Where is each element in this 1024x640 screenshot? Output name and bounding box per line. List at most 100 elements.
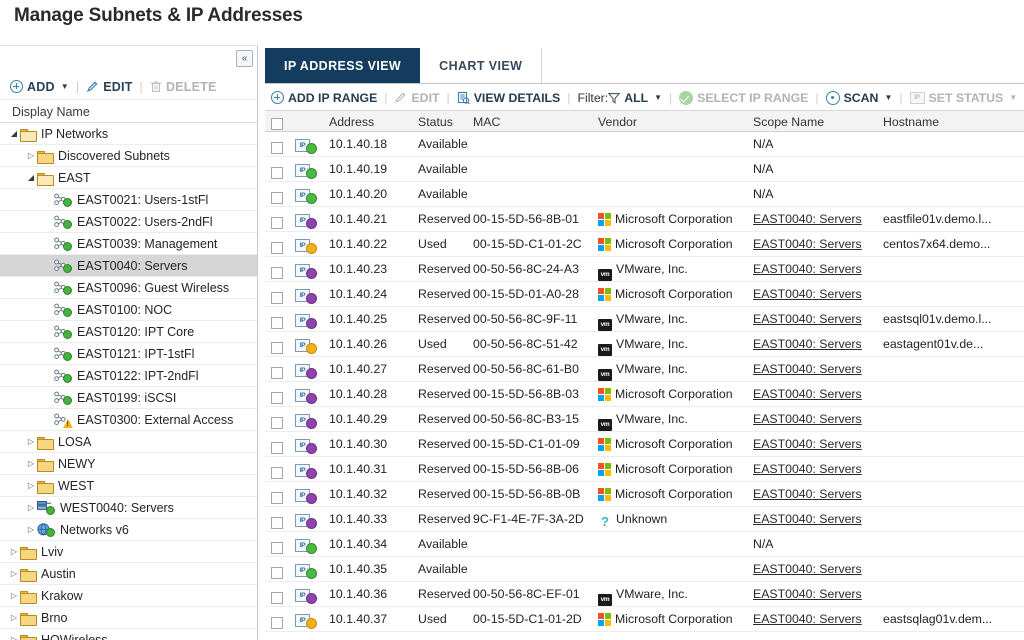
table-row[interactable]: IP 10.1.40.24 Reserved 00-15-5D-01-A0-28 Mic…: [265, 282, 1024, 307]
checkbox-icon[interactable]: [271, 417, 283, 429]
tree-item-austin[interactable]: ▷ Austin: [0, 563, 257, 585]
scope-name-link[interactable]: EAST0040: Servers: [753, 607, 862, 632]
checkbox-icon[interactable]: [271, 192, 283, 204]
tree-toolbar-edit[interactable]: EDIT: [86, 80, 132, 94]
checkbox-icon[interactable]: [271, 342, 283, 354]
ip-toolbar-view-details[interactable]: VIEW DETAILS: [457, 91, 560, 105]
twisty-collapsed-icon[interactable]: ▷: [25, 459, 37, 468]
tree-item-east0096-guest-wireless[interactable]: EAST0096: Guest Wireless: [0, 277, 257, 299]
scope-name-link[interactable]: EAST0040: Servers: [753, 557, 862, 582]
table-row[interactable]: IP 10.1.40.30 Reserved 00-15-5D-C1-01-09 Mic…: [265, 432, 1024, 457]
table-row[interactable]: IP 10.1.40.20 Available N/A: [265, 182, 1024, 207]
tree-item-east0022-users-2ndfl[interactable]: EAST0022: Users-2ndFl: [0, 211, 257, 233]
tree-item-east0040-servers[interactable]: EAST0040: Servers: [0, 255, 257, 277]
ip-toolbar-all[interactable]: ALL ▼: [607, 91, 662, 105]
column-header-mac[interactable]: MAC: [473, 111, 500, 133]
tree-item-east0199-iscsi[interactable]: EAST0199: iSCSI: [0, 387, 257, 409]
tab-chart-view[interactable]: CHART VIEW: [420, 48, 543, 83]
table-row[interactable]: IP 10.1.40.36 Reserved 00-50-56-8C-EF-01 vm V…: [265, 582, 1024, 607]
tree-item-hqwireless[interactable]: ▷ HQWireless: [0, 629, 257, 640]
tree-item-east0021-users-1stfl[interactable]: EAST0021: Users-1stFl: [0, 189, 257, 211]
table-row[interactable]: IP 10.1.40.21 Reserved 00-15-5D-56-8B-01 Mic…: [265, 207, 1024, 232]
twisty-collapsed-icon[interactable]: ▷: [8, 569, 20, 578]
tree-item-east0039-management[interactable]: EAST0039: Management: [0, 233, 257, 255]
tree-item-east[interactable]: ◢ EAST: [0, 167, 257, 189]
checkbox-icon[interactable]: [271, 467, 283, 479]
checkbox-icon[interactable]: [271, 617, 283, 629]
checkbox-icon[interactable]: [271, 267, 283, 279]
scope-name-link[interactable]: EAST0040: Servers: [753, 257, 862, 282]
scope-name-link[interactable]: EAST0040: Servers: [753, 382, 862, 407]
twisty-collapsed-icon[interactable]: ▷: [8, 613, 20, 622]
tree-item-ip-networks[interactable]: ◢ IP Networks: [0, 123, 257, 145]
table-row[interactable]: IP 10.1.40.37 Used 00-15-5D-C1-01-2D Microso…: [265, 607, 1024, 632]
checkbox-icon[interactable]: [271, 392, 283, 404]
tree-item-east0100-noc[interactable]: EAST0100: NOC: [0, 299, 257, 321]
twisty-collapsed-icon[interactable]: ▷: [25, 481, 37, 490]
checkbox-icon[interactable]: [271, 167, 283, 179]
tab-ip-address-view[interactable]: IP ADDRESS VIEW: [265, 48, 421, 83]
tree-item-east0300-external-access[interactable]: EAST0300: External Access: [0, 409, 257, 431]
checkbox-icon[interactable]: [271, 592, 283, 604]
table-row[interactable]: IP 10.1.40.19 Available N/A: [265, 157, 1024, 182]
twisty-collapsed-icon[interactable]: ▷: [25, 525, 37, 534]
checkbox-icon[interactable]: [271, 118, 283, 130]
column-header-hostname[interactable]: Hostname: [883, 111, 939, 133]
column-header-vendor[interactable]: Vendor: [598, 111, 637, 133]
scope-name-link[interactable]: EAST0040: Servers: [753, 207, 862, 232]
checkbox-icon[interactable]: [271, 142, 283, 154]
table-row[interactable]: IP 10.1.40.28 Reserved 00-15-5D-56-8B-03 Mic…: [265, 382, 1024, 407]
tree-item-east0120-ipt-core[interactable]: EAST0120: IPT Core: [0, 321, 257, 343]
twisty-collapsed-icon[interactable]: ▷: [25, 503, 37, 512]
column-header-status[interactable]: Status: [418, 111, 453, 133]
table-row[interactable]: IP 10.1.40.22 Used 00-15-5D-C1-01-2C Microso…: [265, 232, 1024, 257]
scope-name-link[interactable]: EAST0040: Servers: [753, 582, 862, 607]
scope-name-link[interactable]: EAST0040: Servers: [753, 307, 862, 332]
tree-item-losa[interactable]: ▷ LOSA: [0, 431, 257, 453]
column-header-scope[interactable]: Scope Name: [753, 111, 824, 133]
tree-item-krakow[interactable]: ▷ Krakow: [0, 585, 257, 607]
tree-item-brno[interactable]: ▷ Brno: [0, 607, 257, 629]
scope-name-link[interactable]: EAST0040: Servers: [753, 232, 862, 257]
tree-item-west0040-servers[interactable]: ▷ WEST0040: Servers: [0, 497, 257, 519]
checkbox-icon[interactable]: [271, 492, 283, 504]
scope-name-link[interactable]: EAST0040: Servers: [753, 332, 862, 357]
table-row[interactable]: IP 10.1.40.18 Available N/A: [265, 132, 1024, 157]
table-row[interactable]: IP 10.1.40.25 Reserved 00-50-56-8C-9F-11 vm V…: [265, 307, 1024, 332]
table-row[interactable]: IP 10.1.40.31 Reserved 00-15-5D-56-8B-06 Mic…: [265, 457, 1024, 482]
table-row[interactable]: IP 10.1.40.33 Reserved 9C-F1-4E-7F-3A-2D? Un…: [265, 507, 1024, 532]
ip-toolbar-add-ip-range[interactable]: ADD IP RANGE: [271, 91, 377, 105]
scope-name-link[interactable]: EAST0040: Servers: [753, 507, 862, 532]
row-checkbox[interactable]: [271, 613, 283, 638]
twisty-collapsed-icon[interactable]: ▷: [8, 635, 20, 640]
scope-name-link[interactable]: EAST0040: Servers: [753, 432, 862, 457]
collapse-panel-button[interactable]: «: [236, 50, 253, 67]
table-row[interactable]: IP 10.1.40.26 Used 00-50-56-8C-51-42 vm VMwar…: [265, 332, 1024, 357]
tree-item-networks-v6[interactable]: ▷ Networks v6: [0, 519, 257, 541]
checkbox-icon[interactable]: [271, 567, 283, 579]
twisty-collapsed-icon[interactable]: ▷: [25, 437, 37, 446]
table-row[interactable]: IP 10.1.40.35 Available EAST0040: Servers: [265, 557, 1024, 582]
checkbox-icon[interactable]: [271, 217, 283, 229]
tree-item-discovered-subnets[interactable]: ▷ Discovered Subnets: [0, 145, 257, 167]
scope-name-link[interactable]: EAST0040: Servers: [753, 357, 862, 382]
scope-name-link[interactable]: EAST0040: Servers: [753, 482, 862, 507]
table-row[interactable]: IP 10.1.40.27 Reserved 00-50-56-8C-61-B0 vm V…: [265, 357, 1024, 382]
tree-item-lviv[interactable]: ▷ Lviv: [0, 541, 257, 563]
twisty-collapsed-icon[interactable]: ▷: [25, 151, 37, 160]
twisty-collapsed-icon[interactable]: ▷: [8, 547, 20, 556]
tree-item-west[interactable]: ▷ WEST: [0, 475, 257, 497]
tree-item-east0122-ipt-2ndfl[interactable]: EAST0122: IPT-2ndFl: [0, 365, 257, 387]
ip-toolbar-scan[interactable]: SCAN ▼: [825, 90, 892, 105]
table-row[interactable]: IP 10.1.40.23 Reserved 00-50-56-8C-24-A3 vm V…: [265, 257, 1024, 282]
scope-name-link[interactable]: EAST0040: Servers: [753, 282, 862, 307]
twisty-collapsed-icon[interactable]: ▷: [8, 591, 20, 600]
tree-toolbar-add[interactable]: ADD ▼: [10, 80, 69, 94]
twisty-expanded-icon[interactable]: ◢: [8, 129, 20, 138]
tree-item-newy[interactable]: ▷ NEWY: [0, 453, 257, 475]
scope-name-link[interactable]: EAST0040: Servers: [753, 457, 862, 482]
checkbox-icon[interactable]: [271, 442, 283, 454]
table-row[interactable]: IP 10.1.40.34 Available N/A: [265, 532, 1024, 557]
scope-name-link[interactable]: EAST0040: Servers: [753, 407, 862, 432]
checkbox-icon[interactable]: [271, 367, 283, 379]
